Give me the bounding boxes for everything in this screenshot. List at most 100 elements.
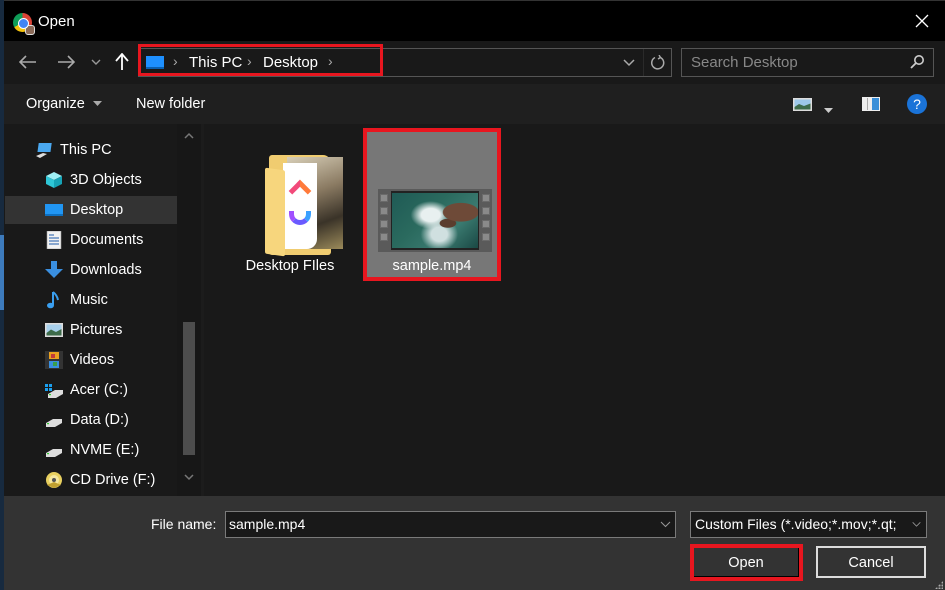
file-type-value: Custom Files (*.video;*.mov;*.qt; [695,516,897,532]
sidebar-item-videos[interactable]: Videos [5,346,177,374]
film-hole [482,233,490,241]
open-file-dialog: Open › This PC › Desktop › Search Deskto… [4,0,945,590]
sidebar-item-label: Documents [70,232,144,248]
caret-down-icon [824,108,833,113]
scrollbar-thumb[interactable] [183,322,195,455]
drive-icon [46,419,62,427]
open-button[interactable]: Open [692,546,800,578]
3d-objects-icon [46,172,62,188]
film-hole [380,207,388,215]
file-type-select[interactable]: Custom Files (*.video;*.mov;*.qt; [690,511,927,538]
new-folder-button[interactable]: New folder [136,96,205,112]
help-button[interactable]: ? [907,94,927,119]
folder-preview-document [283,163,317,249]
refresh-icon [650,54,664,70]
organize-label: Organize [26,96,85,112]
sidebar-item-label: Downloads [70,262,142,278]
chevron-down-icon[interactable] [660,516,671,532]
dialog-title: Open [38,13,75,30]
preview-pane-button[interactable] [862,97,880,116]
this-pc-icon [36,143,52,158]
organize-button[interactable]: Organize [26,96,102,112]
navigation-pane: This PC 3D Objects Desktop Documents Dow… [4,124,201,496]
sidebar-item-desktop[interactable]: Desktop [5,196,177,224]
sidebar-item-label: Desktop [70,202,124,218]
file-name: Desktop FIles [245,258,335,274]
downloads-icon [45,261,63,278]
breadcrumb-separator[interactable]: › [247,53,252,69]
sidebar-item-label: Music [70,292,108,308]
sidebar-item-downloads[interactable]: Downloads [5,256,177,284]
change-view-button[interactable] [793,98,812,116]
film-hole [482,207,490,215]
breadcrumb-this-pc[interactable]: This PC [189,54,242,71]
resize-grip[interactable] [935,581,943,589]
sidebar-item-3d-objects[interactable]: 3D Objects [5,166,177,194]
video-preview-image [392,193,478,248]
navigation-bar: › This PC › Desktop › Search Desktop [4,41,945,84]
video-frame [391,191,479,250]
file-list: Desktop FIles sample.mp4 [204,124,945,496]
video-thumbnail-icon [378,189,492,252]
sidebar-item-cd-drive-f[interactable]: CD Drive (F:) [5,466,177,494]
more-views-button[interactable] [824,101,833,119]
sidebar-item-nvme-e[interactable]: NVME (E:) [5,436,177,464]
sidebar-item-pictures[interactable]: Pictures [5,316,177,344]
sidebar-item-label: 3D Objects [70,172,142,188]
close-button[interactable] [899,1,945,41]
film-hole [380,233,388,241]
breadcrumb-separator[interactable]: › [173,53,178,69]
refresh-button[interactable] [643,49,671,76]
close-icon [915,14,929,28]
address-bar[interactable]: › This PC › Desktop › [138,48,672,77]
command-bar: Organize New folder ? [4,84,945,124]
chevron-down-icon [909,516,922,532]
music-icon [47,291,59,309]
scroll-down-icon[interactable] [184,474,194,481]
file-name-input[interactable]: sample.mp4 [225,511,676,538]
sidebar-item-label: This PC [60,142,112,158]
scroll-up-icon[interactable] [184,132,194,139]
chevron-down-icon [623,58,635,66]
forward-button[interactable] [52,51,80,73]
back-button[interactable] [14,51,42,73]
search-input[interactable]: Search Desktop [691,54,798,71]
up-button[interactable] [112,51,132,73]
this-pc-icon [146,56,164,69]
recent-locations-button[interactable] [88,51,104,73]
help-icon: ? [907,94,927,114]
film-hole [482,194,490,202]
search-icon[interactable] [909,54,925,70]
file-item-folder[interactable]: Desktop FIles [225,132,355,280]
sidebar-item-label: CD Drive (F:) [70,472,156,488]
breadcrumb-separator[interactable]: › [328,53,333,69]
preview-pane-icon [862,97,880,111]
sidebar-scrollbar[interactable] [177,124,201,496]
sidebar-item-label: Data (D:) [70,412,129,428]
sidebar-item-music[interactable]: Music [5,286,177,314]
folder-icon [265,149,343,257]
cd-drive-icon [46,472,62,488]
file-name-value[interactable]: sample.mp4 [229,516,305,532]
cancel-button[interactable]: Cancel [816,546,926,578]
videos-icon [45,351,63,369]
film-hole [380,220,388,228]
search-box[interactable]: Search Desktop [681,48,934,77]
address-dropdown-button[interactable] [617,49,641,76]
sidebar-item-label: Acer (C:) [70,382,128,398]
chevron-down-icon [91,59,101,65]
documents-icon [46,231,62,249]
dialog-footer: File name: sample.mp4 Custom Files (*.vi… [4,496,945,590]
file-name-label: File name: [151,516,217,532]
chrome-icon [13,13,35,35]
breadcrumb-desktop[interactable]: Desktop [263,54,318,71]
pictures-icon [45,323,63,337]
sidebar-item-acer-c[interactable]: Acer (C:) [5,376,177,404]
sidebar-item-documents[interactable]: Documents [5,226,177,254]
change-view-icon [793,98,812,111]
file-name: sample.mp4 [392,258,472,274]
drive-icon [46,449,62,457]
sidebar-item-data-d[interactable]: Data (D:) [5,406,177,434]
file-item-video[interactable]: sample.mp4 [367,132,497,280]
sidebar-item-this-pc[interactable]: This PC [5,136,177,164]
